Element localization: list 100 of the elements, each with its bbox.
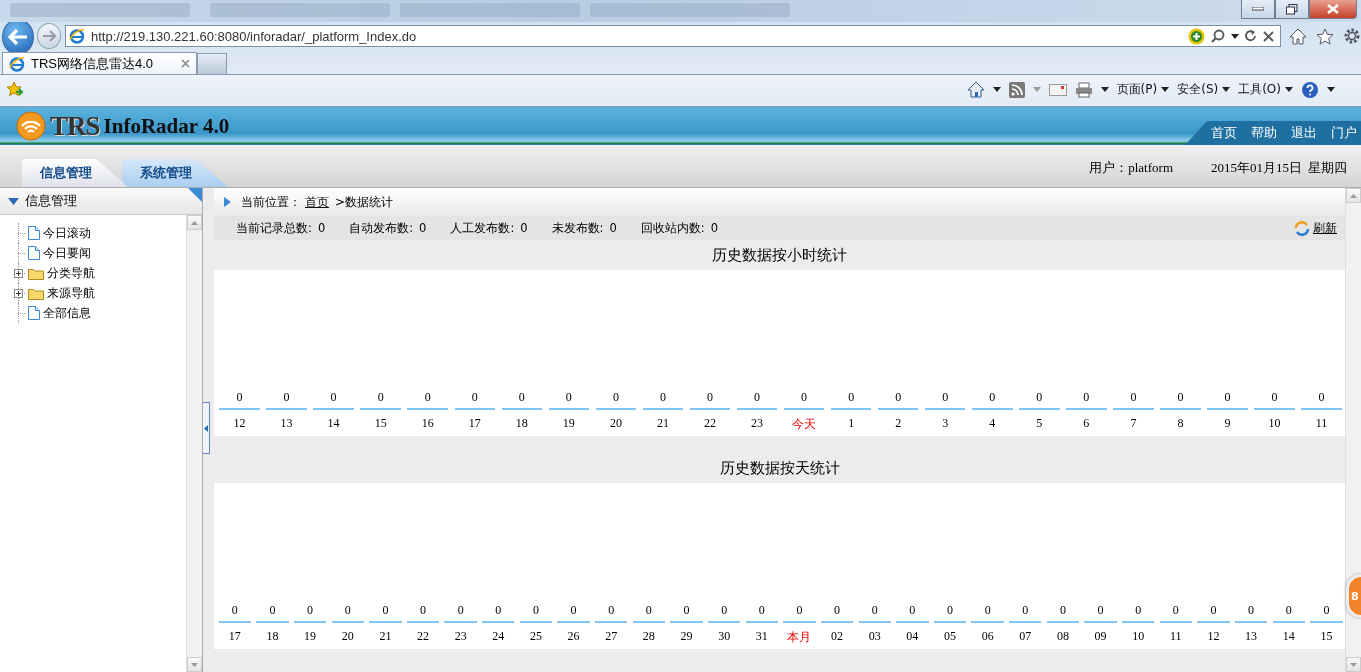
tree-item[interactable]: 全部信息	[43, 304, 91, 322]
count-label: 0	[754, 390, 761, 406]
dropdown-icon[interactable]	[1231, 33, 1239, 39]
mail-icon[interactable]	[1048, 83, 1067, 96]
restore-icon[interactable]	[1286, 3, 1298, 15]
stop-icon[interactable]	[1263, 30, 1274, 42]
menu-button[interactable]: 工具(O)	[1238, 81, 1293, 98]
axis-label: 1	[848, 416, 855, 432]
browser-logo-icon	[69, 28, 85, 44]
home-link[interactable]: 首页	[305, 193, 329, 211]
close-button[interactable]	[1309, 0, 1357, 19]
tree-item[interactable]: 来源导航	[47, 284, 95, 302]
address-field[interactable]: http://219.130.221.60:8080/inforadar/_platform_Index.do	[65, 25, 1281, 47]
refresh-link[interactable]: 刷新	[1294, 219, 1337, 237]
axis-label: 11	[1170, 629, 1182, 645]
count-label: 0	[659, 390, 666, 406]
date-text: 2015年01月15日	[1211, 159, 1302, 177]
restore-button[interactable]	[1275, 0, 1309, 19]
axis-label: 17	[468, 416, 481, 432]
count-label: 0	[721, 603, 728, 619]
axis-label: 09	[1094, 629, 1107, 645]
header-link[interactable]: 退出	[1291, 124, 1317, 142]
menu-button[interactable]: 安全(S)	[1177, 81, 1231, 98]
count-label: 0	[283, 390, 290, 406]
count-label: 0	[1083, 390, 1090, 406]
expand-icon[interactable]	[14, 288, 23, 298]
count-label: 0	[848, 390, 855, 406]
count-label: 0	[1177, 390, 1184, 406]
axis-label: 17	[228, 629, 241, 645]
minimize-icon[interactable]	[1252, 7, 1264, 11]
count-label: 0	[612, 390, 619, 406]
dropdown-icon[interactable]	[992, 87, 1001, 92]
axis-label: 20	[341, 629, 354, 645]
tab-title: TRS网络信息雷达4.0	[31, 54, 155, 73]
caret-icon[interactable]	[1161, 87, 1170, 92]
axis-label: 18	[266, 629, 279, 645]
header-link[interactable]: 首页	[1211, 124, 1237, 142]
header-link[interactable]: 帮助	[1251, 124, 1277, 142]
nav-tab[interactable]: 系统管理	[122, 159, 228, 187]
plus-icon[interactable]	[1188, 27, 1205, 45]
user-label: 用户：platform	[1089, 159, 1173, 177]
count-label: 0	[1285, 603, 1292, 619]
help-icon[interactable]	[1301, 80, 1319, 99]
axis-label: 30	[718, 629, 731, 645]
axis-label: 25	[529, 629, 542, 645]
sidebar-scrollbar[interactable]	[186, 215, 202, 672]
count-label: 0	[495, 603, 502, 619]
product-name: InfoRadar 4.0	[103, 113, 230, 139]
axis-label: 20	[609, 416, 622, 432]
settings-icon[interactable]	[1343, 27, 1361, 45]
radar-logo-icon	[16, 111, 46, 141]
dropdown-icon[interactable]	[1327, 87, 1335, 92]
stat-value: 0	[419, 220, 427, 236]
count-label: 0	[565, 390, 572, 406]
count-label: 0	[895, 390, 902, 406]
dropdown-icon[interactable]	[1100, 87, 1109, 92]
collapse-arrow-icon[interactable]	[8, 197, 19, 205]
count-label: 0	[471, 390, 478, 406]
count-label: 0	[420, 603, 426, 619]
axis-label: 4	[989, 416, 996, 432]
feed-icon[interactable]	[1008, 81, 1025, 98]
home-icon[interactable]	[1289, 27, 1307, 45]
arrow-down-icon[interactable]	[1350, 662, 1357, 667]
axis-label: 14	[1282, 629, 1295, 645]
tree-item[interactable]: 分类导航	[47, 264, 95, 282]
arrow-up-icon[interactable]	[1350, 193, 1357, 198]
arrow-up-icon[interactable]	[191, 220, 198, 225]
nav-tab[interactable]: 信息管理	[22, 159, 128, 187]
count-label: 0	[382, 603, 389, 619]
axis-label: 8	[1177, 416, 1184, 432]
tree-item[interactable]: 今日要闻	[43, 244, 91, 262]
page-scrollbar[interactable]	[1345, 188, 1361, 672]
arrow-left-icon[interactable]	[204, 424, 208, 432]
arrow-left-icon[interactable]	[8, 29, 29, 45]
close-icon[interactable]	[181, 59, 190, 68]
caret-icon[interactable]	[1285, 87, 1293, 92]
favorites-star-icon[interactable]	[6, 81, 24, 98]
header-link[interactable]: 门户	[1331, 124, 1357, 142]
browser-tab[interactable]: TRS网络信息雷达4.0	[2, 52, 197, 74]
refresh-icon[interactable]	[1245, 29, 1257, 43]
axis-label: 16	[421, 416, 434, 432]
count-label: 0	[989, 390, 996, 406]
count-label: 0	[984, 603, 991, 619]
count-label: 0	[570, 603, 577, 619]
home-icon[interactable]	[966, 81, 985, 98]
count-label: 0	[457, 603, 464, 619]
forward-button[interactable]	[37, 23, 61, 49]
chart-title: 历史数据按天统计	[719, 458, 840, 478]
printer-icon[interactable]	[1074, 81, 1093, 98]
arrow-down-icon[interactable]	[191, 662, 198, 667]
expand-icon[interactable]	[14, 268, 23, 278]
tree-item[interactable]: 今日滚动	[43, 224, 91, 242]
caret-icon[interactable]	[1222, 87, 1231, 92]
count-label: 0	[236, 390, 243, 406]
axis-label: 07	[1019, 629, 1032, 645]
menu-button[interactable]: 页面(P)	[1116, 81, 1170, 98]
axis-label: 13	[280, 416, 293, 432]
search-icon[interactable]	[1211, 29, 1225, 43]
star-icon[interactable]	[1316, 27, 1334, 45]
collapse-handle[interactable]	[203, 402, 210, 454]
